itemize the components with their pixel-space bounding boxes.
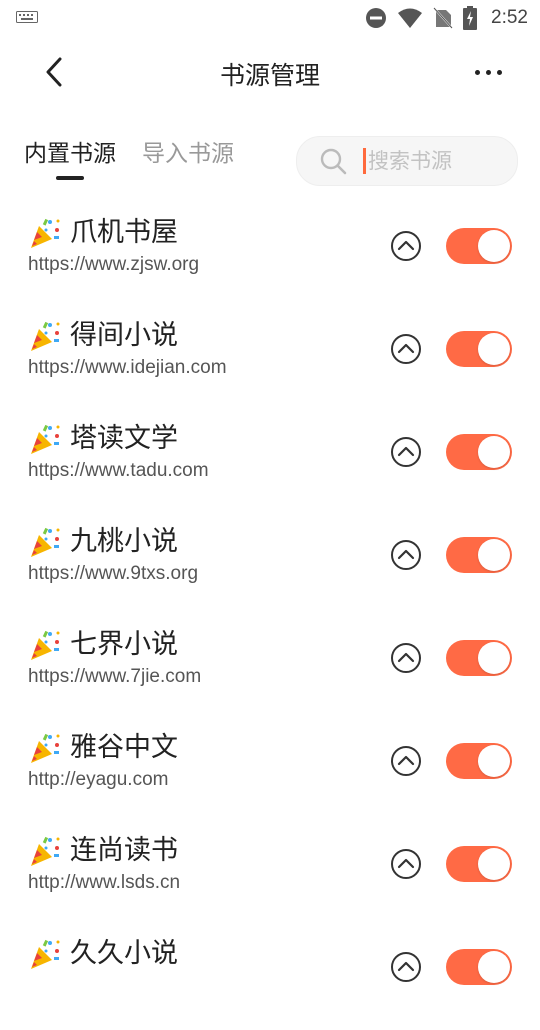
source-name: 爪机书屋 xyxy=(70,217,178,248)
more-dot-icon xyxy=(474,69,480,75)
party-popper-icon xyxy=(31,733,60,763)
source-row[interactable]: 雅谷中文 http://eyagu.com xyxy=(0,721,540,824)
source-row[interactable]: 久久小说 xyxy=(0,927,540,1030)
source-enable-toggle[interactable] xyxy=(446,537,512,573)
source-enable-toggle[interactable] xyxy=(446,949,512,985)
source-url: https://www.9txs.org xyxy=(28,563,199,584)
source-enable-toggle[interactable] xyxy=(446,743,512,779)
source-url: http://www.lsds.cn xyxy=(28,872,181,893)
toggle-knob xyxy=(478,230,510,262)
tab-builtin-sources[interactable]: 内置书源 xyxy=(24,138,116,180)
page-title: 书源管理 xyxy=(219,61,320,90)
tab-imported-sources[interactable]: 导入书源 xyxy=(142,138,234,170)
move-to-top-icon[interactable] xyxy=(390,848,422,880)
source-name: 得间小说 xyxy=(70,320,178,351)
source-name: 塔读文学 xyxy=(70,423,178,454)
move-to-top-icon[interactable] xyxy=(390,642,422,674)
toggle-knob xyxy=(478,333,510,365)
party-popper-icon xyxy=(31,424,60,454)
source-url: https://www.idejian.com xyxy=(28,357,227,378)
keyboard-icon xyxy=(16,11,38,23)
source-enable-toggle[interactable] xyxy=(446,434,512,470)
battery-charging-icon xyxy=(463,6,478,30)
status-bar: 2:52 xyxy=(0,0,540,36)
source-name: 雅谷中文 xyxy=(70,732,178,763)
toggle-knob xyxy=(478,436,510,468)
source-url: https://www.7jie.com xyxy=(28,666,202,687)
party-popper-icon xyxy=(31,527,60,557)
source-row[interactable]: 塔读文学 https://www.tadu.com xyxy=(0,412,540,515)
source-list: 爪机书屋 https://www.zjsw.org 得间小说 https://w… xyxy=(0,206,540,1030)
source-row[interactable]: 七界小说 https://www.7jie.com xyxy=(0,618,540,721)
party-popper-icon xyxy=(31,630,60,660)
source-name: 九桃小说 xyxy=(70,526,178,557)
search-icon xyxy=(320,148,347,175)
status-time: 2:52 xyxy=(491,7,528,28)
source-name: 七界小说 xyxy=(70,629,178,660)
source-row[interactable]: 连尚读书 http://www.lsds.cn xyxy=(0,824,540,927)
move-to-top-icon[interactable] xyxy=(390,539,422,571)
move-to-top-icon[interactable] xyxy=(390,951,422,983)
party-popper-icon xyxy=(31,321,60,351)
toggle-knob xyxy=(478,539,510,571)
source-url: https://www.tadu.com xyxy=(28,460,209,481)
more-dot-icon xyxy=(496,69,502,75)
app-header: 书源管理 xyxy=(0,40,540,104)
source-enable-toggle[interactable] xyxy=(446,640,512,676)
move-to-top-icon[interactable] xyxy=(390,436,422,468)
party-popper-icon xyxy=(31,939,60,969)
toggle-knob xyxy=(478,642,510,674)
search-input[interactable] xyxy=(366,148,490,174)
more-dot-icon xyxy=(485,69,491,75)
source-enable-toggle[interactable] xyxy=(446,228,512,264)
source-name: 连尚读书 xyxy=(70,835,178,866)
move-to-top-icon[interactable] xyxy=(390,333,422,365)
source-url: https://www.zjsw.org xyxy=(28,254,200,275)
search-box[interactable] xyxy=(296,136,518,186)
source-row[interactable]: 爪机书屋 https://www.zjsw.org xyxy=(0,206,540,309)
source-enable-toggle[interactable] xyxy=(446,846,512,882)
source-tabs: 内置书源 导入书源 xyxy=(24,138,234,180)
toggle-knob xyxy=(478,745,510,777)
do-not-disturb-icon xyxy=(366,8,387,28)
party-popper-icon xyxy=(31,218,60,248)
source-enable-toggle[interactable] xyxy=(446,331,512,367)
toggle-knob xyxy=(478,951,510,983)
more-options-button[interactable] xyxy=(468,60,508,84)
wifi-icon xyxy=(398,8,423,28)
source-row[interactable]: 九桃小说 https://www.9txs.org xyxy=(0,515,540,618)
party-popper-icon xyxy=(31,836,60,866)
move-to-top-icon[interactable] xyxy=(390,230,422,262)
source-row[interactable]: 得间小说 https://www.idejian.com xyxy=(0,309,540,412)
toggle-knob xyxy=(478,848,510,880)
source-url: http://eyagu.com xyxy=(28,769,169,790)
source-name: 久久小说 xyxy=(70,938,178,969)
move-to-top-icon[interactable] xyxy=(390,745,422,777)
no-sim-icon xyxy=(433,7,453,29)
